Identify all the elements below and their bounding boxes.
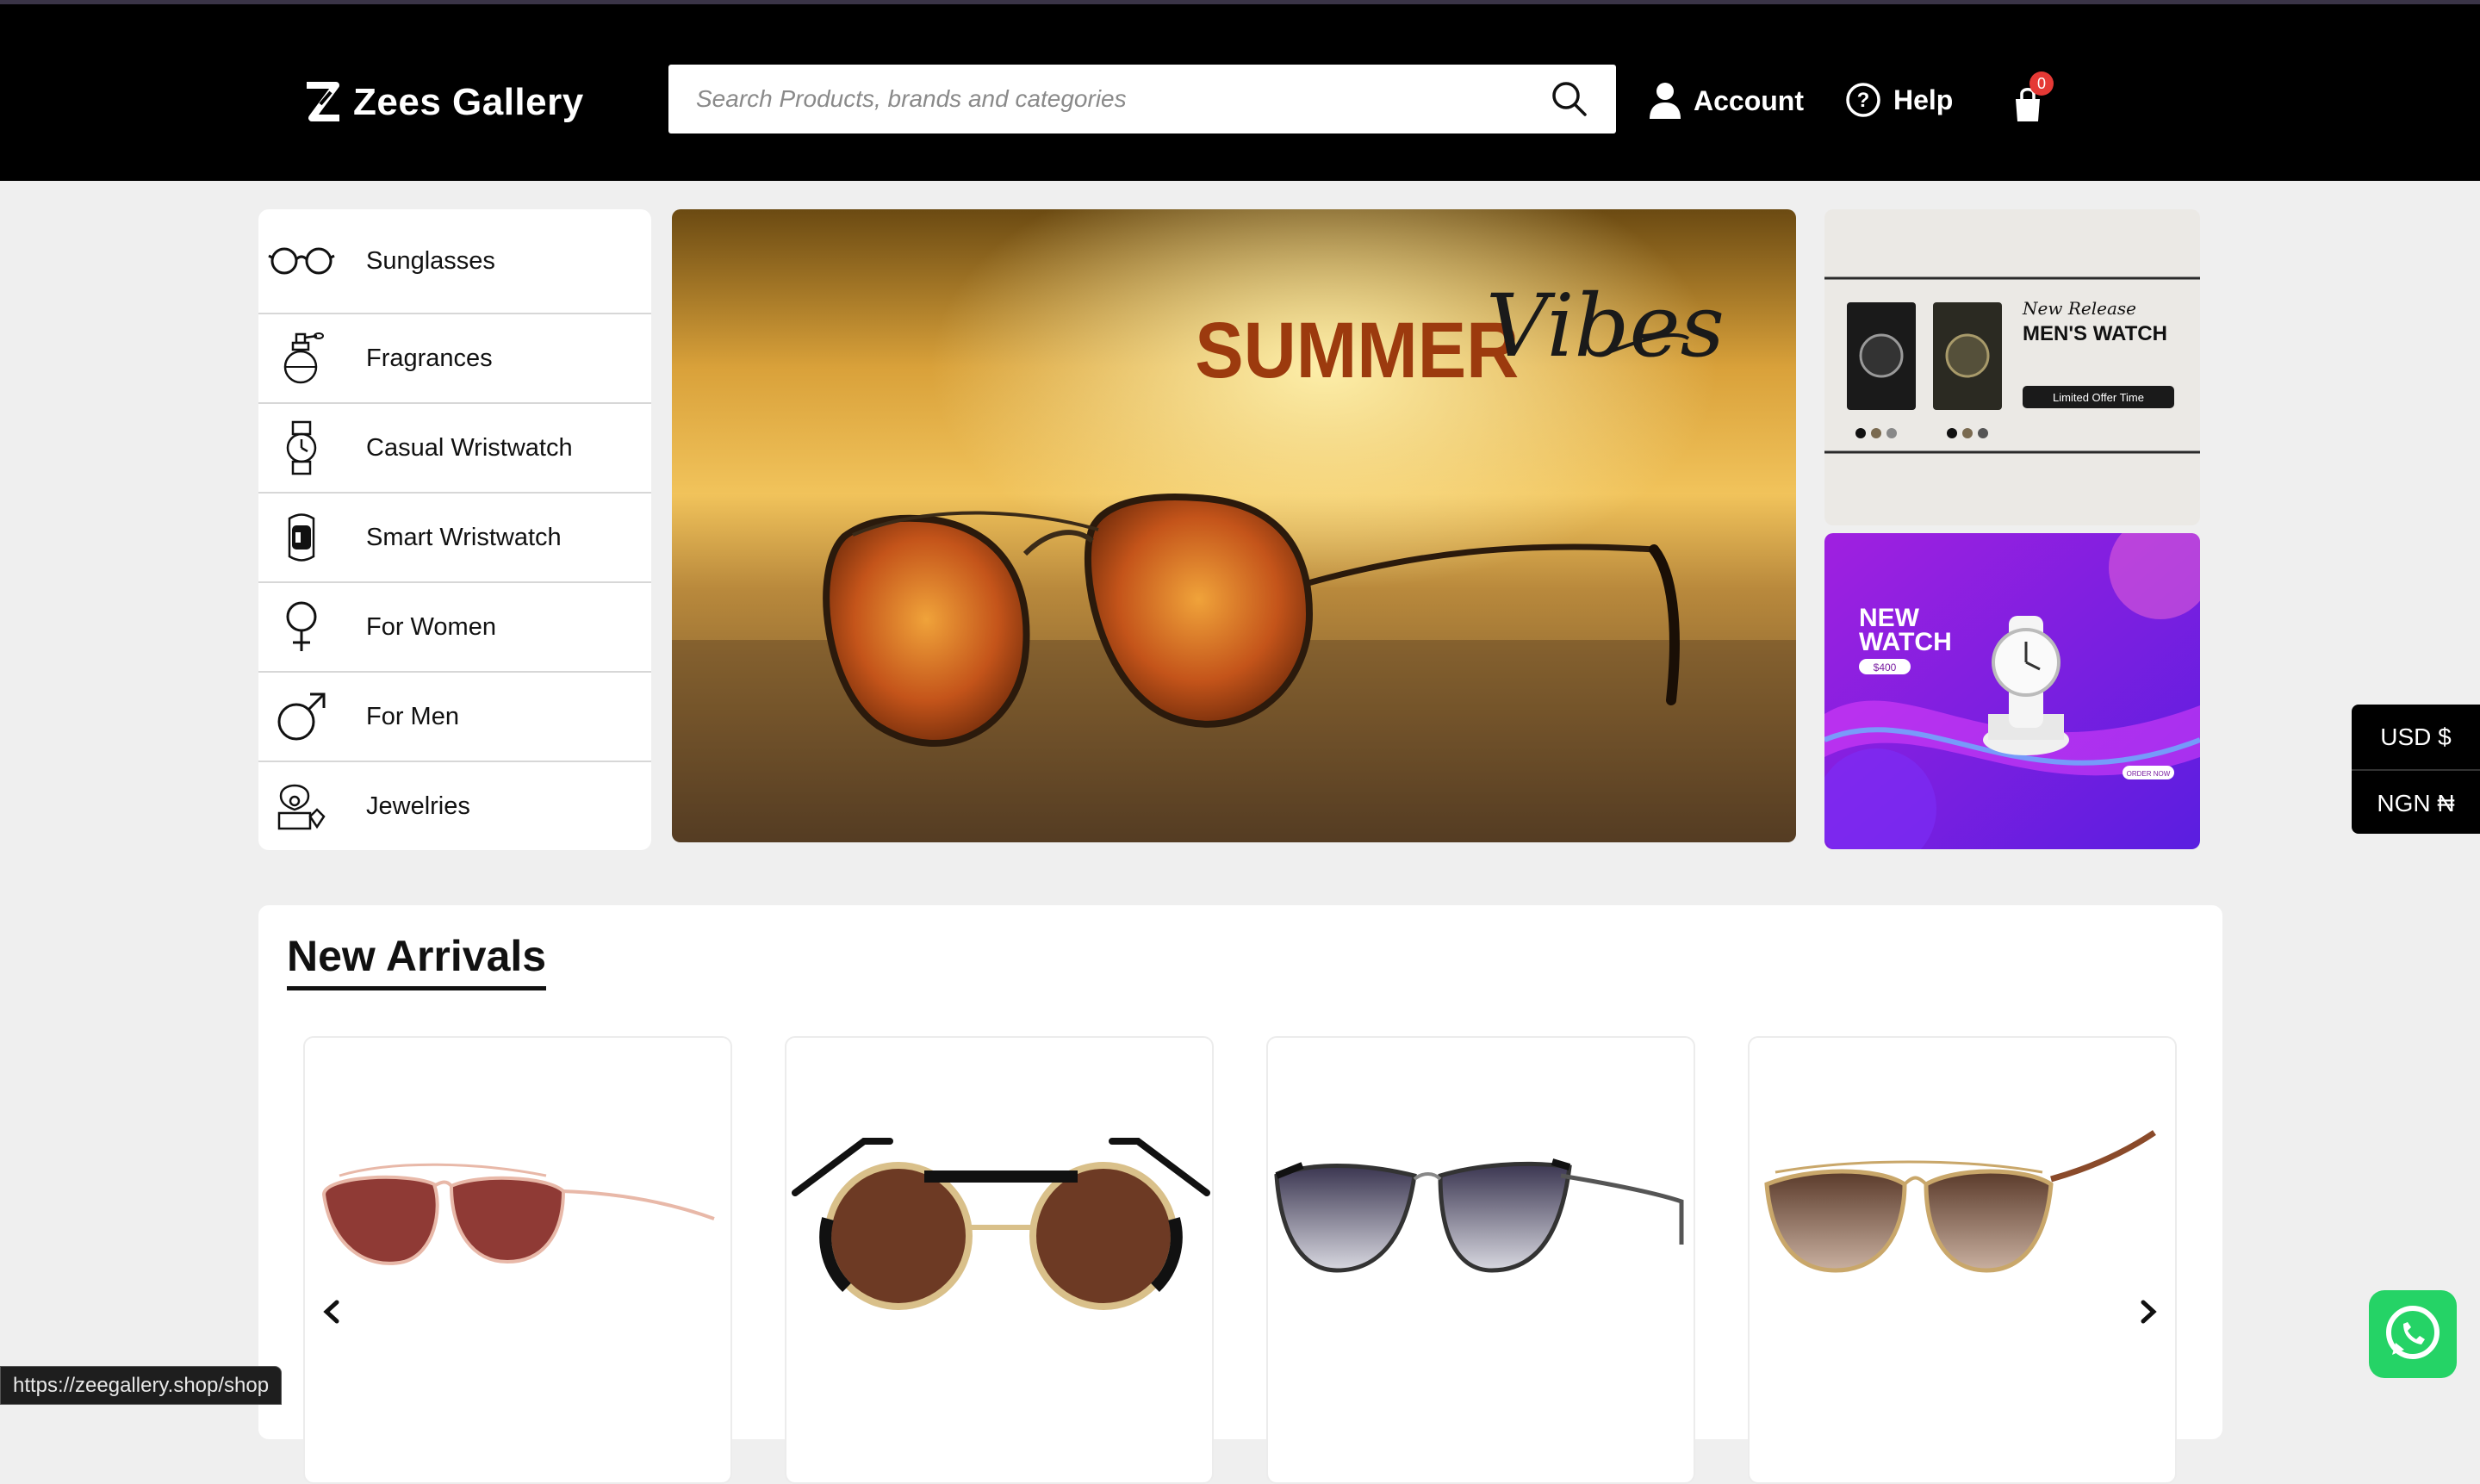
user-icon <box>1650 83 1681 119</box>
browser-status-url: https://zeegallery.shop/shop <box>0 1366 283 1405</box>
new-watch-cta: ORDER NOW <box>2127 770 2171 778</box>
product-card-1[interactable] <box>303 1036 732 1484</box>
whatsapp-icon <box>2386 1306 2440 1359</box>
wristwatch-icon <box>267 418 336 478</box>
new-watch-price: $400 <box>1874 661 1897 674</box>
hero-title-vibes: Vibes <box>1486 276 1725 376</box>
new-watch-line2: WATCH <box>1859 628 1952 656</box>
currency-ngn[interactable]: NGN ₦ <box>2352 769 2480 835</box>
perfume-icon <box>267 328 336 388</box>
hero-banner-summer-vibes[interactable]: SUMMER Vibes <box>672 209 1796 842</box>
banner-watch-title: MEN'S WATCH <box>2023 322 2167 345</box>
category-label: For Women <box>366 612 496 641</box>
banner-new-watch[interactable]: NEW WATCH $400 ORDER NOW <box>1824 533 2200 849</box>
search-bar <box>668 64 1616 134</box>
account-link[interactable]: Account <box>1649 82 1804 120</box>
category-label: Sunglasses <box>366 246 495 275</box>
hero-title-summer: SUMMER <box>1195 306 1519 394</box>
product-image-gold-brown-sunglasses <box>1764 1130 2156 1273</box>
chevron-right-icon <box>2141 1300 2157 1324</box>
product-image-gold-aviator-sunglasses <box>792 1138 1210 1310</box>
category-jewelries[interactable]: Jewelries <box>258 762 651 850</box>
category-menu: Sunglasses Fragrances Casual Wristwatch … <box>258 209 651 850</box>
mens-watch-banner-image: New Release MEN'S WATCH Limited Offer Ti… <box>1824 209 2200 525</box>
product-image-cat-eye-sunglasses <box>1274 1158 1684 1273</box>
sunglasses-icon <box>267 231 336 291</box>
product-card-4[interactable] <box>1748 1036 2177 1484</box>
search-icon[interactable] <box>1549 78 1590 120</box>
banner-mens-watch[interactable]: New Release MEN'S WATCH Limited Offer Ti… <box>1824 209 2200 525</box>
female-symbol-icon <box>267 597 336 657</box>
category-label: For Men <box>366 702 459 730</box>
cart-count-badge: 0 <box>2029 71 2054 96</box>
currency-usd[interactable]: USD $ <box>2352 705 2480 769</box>
carousel-next-button[interactable] <box>2129 1292 2168 1332</box>
smartwatch-icon <box>267 507 336 568</box>
carousel-prev-button[interactable] <box>312 1292 351 1332</box>
whatsapp-chat-button[interactable] <box>2369 1290 2457 1378</box>
search-input[interactable] <box>668 64 1549 134</box>
category-casual-wristwatch[interactable]: Casual Wristwatch <box>258 404 651 494</box>
account-label: Account <box>1694 84 1804 116</box>
category-smart-wristwatch[interactable]: Smart Wristwatch <box>258 494 651 583</box>
new-arrivals-section: New Arrivals <box>258 905 2222 1484</box>
logo[interactable]: Zees Gallery <box>301 78 584 127</box>
category-label: Jewelries <box>366 792 470 820</box>
question-circle-icon: ? <box>1846 83 1880 117</box>
banner-watch-kicker: New Release <box>2022 298 2136 319</box>
product-card-3[interactable] <box>1266 1036 1695 1484</box>
help-label: Help <box>1893 84 1954 115</box>
category-for-men[interactable]: For Men <box>258 673 651 762</box>
jewelry-icon <box>267 776 336 836</box>
category-for-women[interactable]: For Women <box>258 583 651 673</box>
category-label: Fragrances <box>366 344 493 372</box>
category-sunglasses[interactable]: Sunglasses <box>258 209 651 314</box>
currency-switcher: USD $ NGN ₦ <box>2352 705 2480 834</box>
logo-icon <box>307 82 339 121</box>
product-image-rose-gold-sunglasses <box>321 1163 715 1265</box>
banner-watch-pill: Limited Offer Time <box>2053 391 2144 404</box>
site-header: Zees Gallery Account ? Help 0 <box>0 4 2480 181</box>
logo-text: Zees Gallery <box>353 81 584 123</box>
hero-image: SUMMER Vibes <box>672 209 1796 842</box>
category-fragrances[interactable]: Fragrances <box>258 314 651 404</box>
help-link[interactable]: ? Help <box>1845 82 1953 118</box>
category-label: Smart Wristwatch <box>366 523 562 551</box>
male-symbol-icon <box>267 686 336 747</box>
category-label: Casual Wristwatch <box>366 433 573 462</box>
svg-text:?: ? <box>1857 89 1870 112</box>
new-watch-banner-image: NEW WATCH $400 ORDER NOW <box>1824 533 2200 849</box>
new-arrivals-title: New Arrivals <box>287 931 547 990</box>
chevron-left-icon <box>323 1300 339 1324</box>
product-card-2[interactable] <box>785 1036 1214 1484</box>
